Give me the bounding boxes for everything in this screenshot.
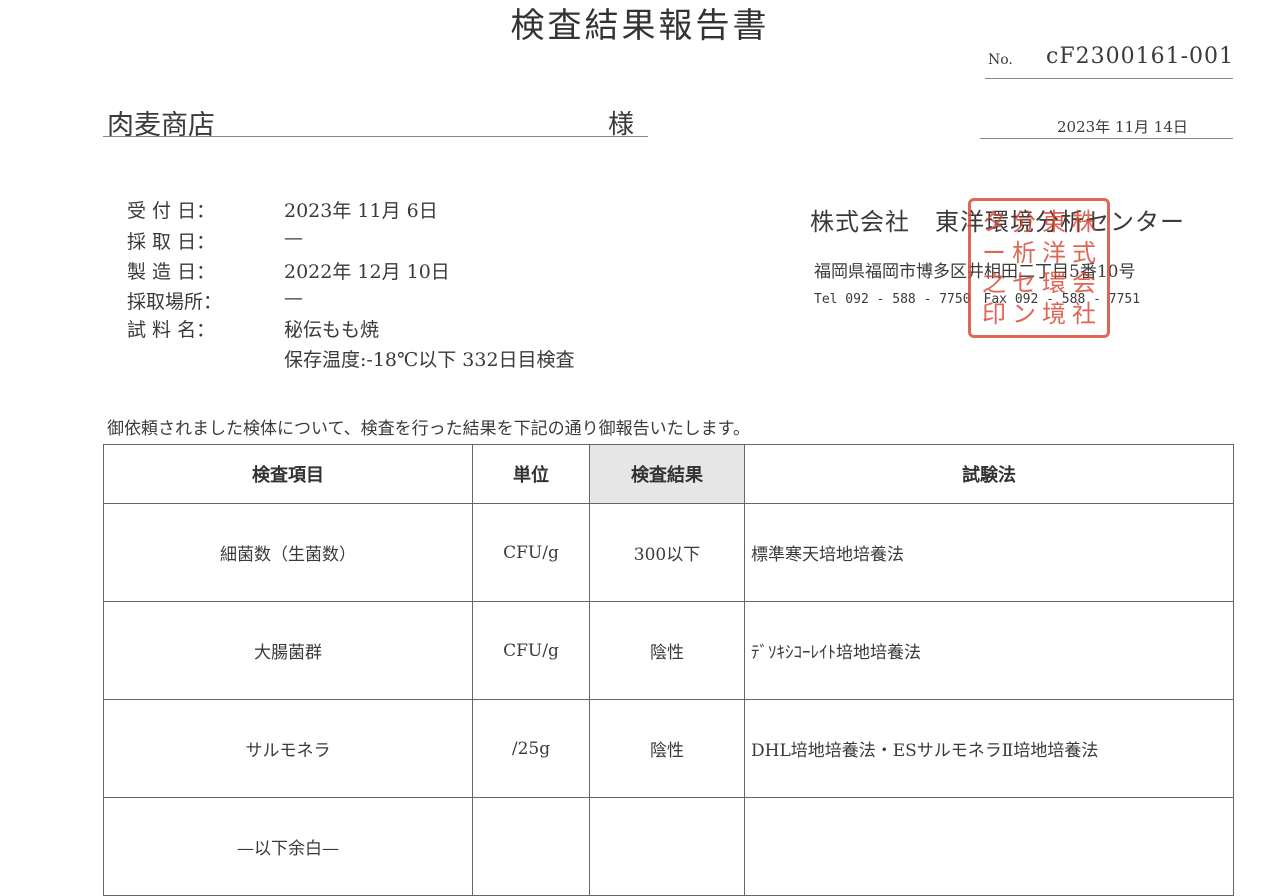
sample-storage-note: 保存温度:-18℃以下 332日目検査 <box>284 349 575 371</box>
info-value: 2023年 11月 6日 <box>284 200 438 222</box>
info-value: — <box>284 227 303 249</box>
info-row-sample-name: 試 料 名： 秘伝もも焼 <box>127 315 379 342</box>
cell-unit: /25g <box>472 699 590 798</box>
seal-character: 洋 <box>1042 238 1066 267</box>
info-label: 試 料 名： <box>127 319 216 341</box>
table-row: 大腸菌群 CFU/g 陰性 ﾃﾞｿｷｼｺｰﾚｲﾄ培地培養法 <box>103 601 1234 700</box>
seal-character: 境 <box>1042 299 1066 328</box>
info-label: 製 造 日： <box>127 261 216 283</box>
seal-character: ン <box>1012 299 1036 328</box>
header-test-item: 検査項目 <box>103 444 473 504</box>
info-row-location: 採取場所： — <box>127 287 303 314</box>
seal-character: 環 <box>1042 269 1066 297</box>
intro-sentence: 御依頼されました検体について、検査を行った結果を下記の通り御報告いたします。 <box>107 419 750 439</box>
info-label: 受 付 日： <box>127 200 216 222</box>
seal-character: 印 <box>982 299 1006 328</box>
cell-item: 大腸菌群 <box>103 601 473 700</box>
info-row-manufactured: 製 造 日： 2022年 12月 10日 <box>127 257 450 284</box>
header-unit: 単位 <box>472 444 590 504</box>
seal-character: 東 <box>1042 208 1066 236</box>
info-label: 採取場所： <box>127 291 223 313</box>
seal-character: 析 <box>1012 238 1036 267</box>
header-method: 試験法 <box>744 444 1234 504</box>
cell-method: ﾃﾞｿｷｼｺｰﾚｲﾄ培地培養法 <box>744 601 1234 700</box>
seal-character: セ <box>1012 269 1036 297</box>
client-underline <box>103 136 648 137</box>
table-row: サルモネラ /25g 陰性 DHL培地培養法・ESサルモネラⅡ培地培養法 <box>103 699 1234 798</box>
cell-unit: CFU/g <box>472 503 590 602</box>
header-result: 検査結果 <box>589 444 745 504</box>
seal-character: 之 <box>982 269 1006 297</box>
cell-unit: CFU/g <box>472 601 590 700</box>
seal-character: 会 <box>1072 269 1096 297</box>
info-value: 2022年 12月 10日 <box>284 261 450 283</box>
results-table: 検査項目 単位 検査結果 試験法 細菌数（生菌数） CFU/g 300以下 標準… <box>103 444 1234 896</box>
info-value: — <box>284 287 303 309</box>
seal-character: ー <box>982 238 1006 267</box>
report-number-underline <box>985 78 1233 79</box>
seal-character: タ <box>982 208 1006 236</box>
cell-result: 陰性 <box>589 699 745 798</box>
cell-method: 標準寒天培地培養法 <box>744 503 1234 602</box>
seal-character: 式 <box>1072 238 1096 267</box>
table-row: 細菌数（生菌数） CFU/g 300以下 標準寒天培地培養法 <box>103 503 1234 602</box>
table-row: —以下余白— <box>103 797 1234 896</box>
cell-method <box>744 797 1234 896</box>
info-label: 採 取 日： <box>127 231 216 253</box>
seal-character: 株 <box>1072 208 1096 236</box>
report-number: cF2300161-001 <box>1046 44 1234 69</box>
cell-item: —以下余白— <box>103 797 473 896</box>
info-row-received: 受 付 日： 2023年 11月 6日 <box>127 196 438 223</box>
cell-method: DHL培地培養法・ESサルモネラⅡ培地培養法 <box>744 699 1234 798</box>
info-row-sampled: 採 取 日： — <box>127 227 303 254</box>
cell-result: 300以下 <box>589 503 745 602</box>
cell-result <box>589 797 745 896</box>
cell-unit <box>472 797 590 896</box>
cell-item: サルモネラ <box>103 699 473 798</box>
seal-character: 社 <box>1072 299 1096 328</box>
company-seal-stamp: タ分東株ー析洋式之セ環会印ン境社 <box>968 198 1110 338</box>
cell-result: 陰性 <box>589 601 745 700</box>
issue-date-underline <box>980 138 1233 139</box>
info-value: 秘伝もも焼 <box>284 319 380 341</box>
cell-item: 細菌数（生菌数） <box>103 503 473 602</box>
issue-date: 2023年 11月 14日 <box>1057 118 1188 136</box>
seal-character: 分 <box>1012 208 1036 236</box>
report-number-label: No. <box>988 52 1013 68</box>
results-header-row: 検査項目 単位 検査結果 試験法 <box>103 444 1234 504</box>
report-title: 検査結果報告書 <box>510 6 770 46</box>
